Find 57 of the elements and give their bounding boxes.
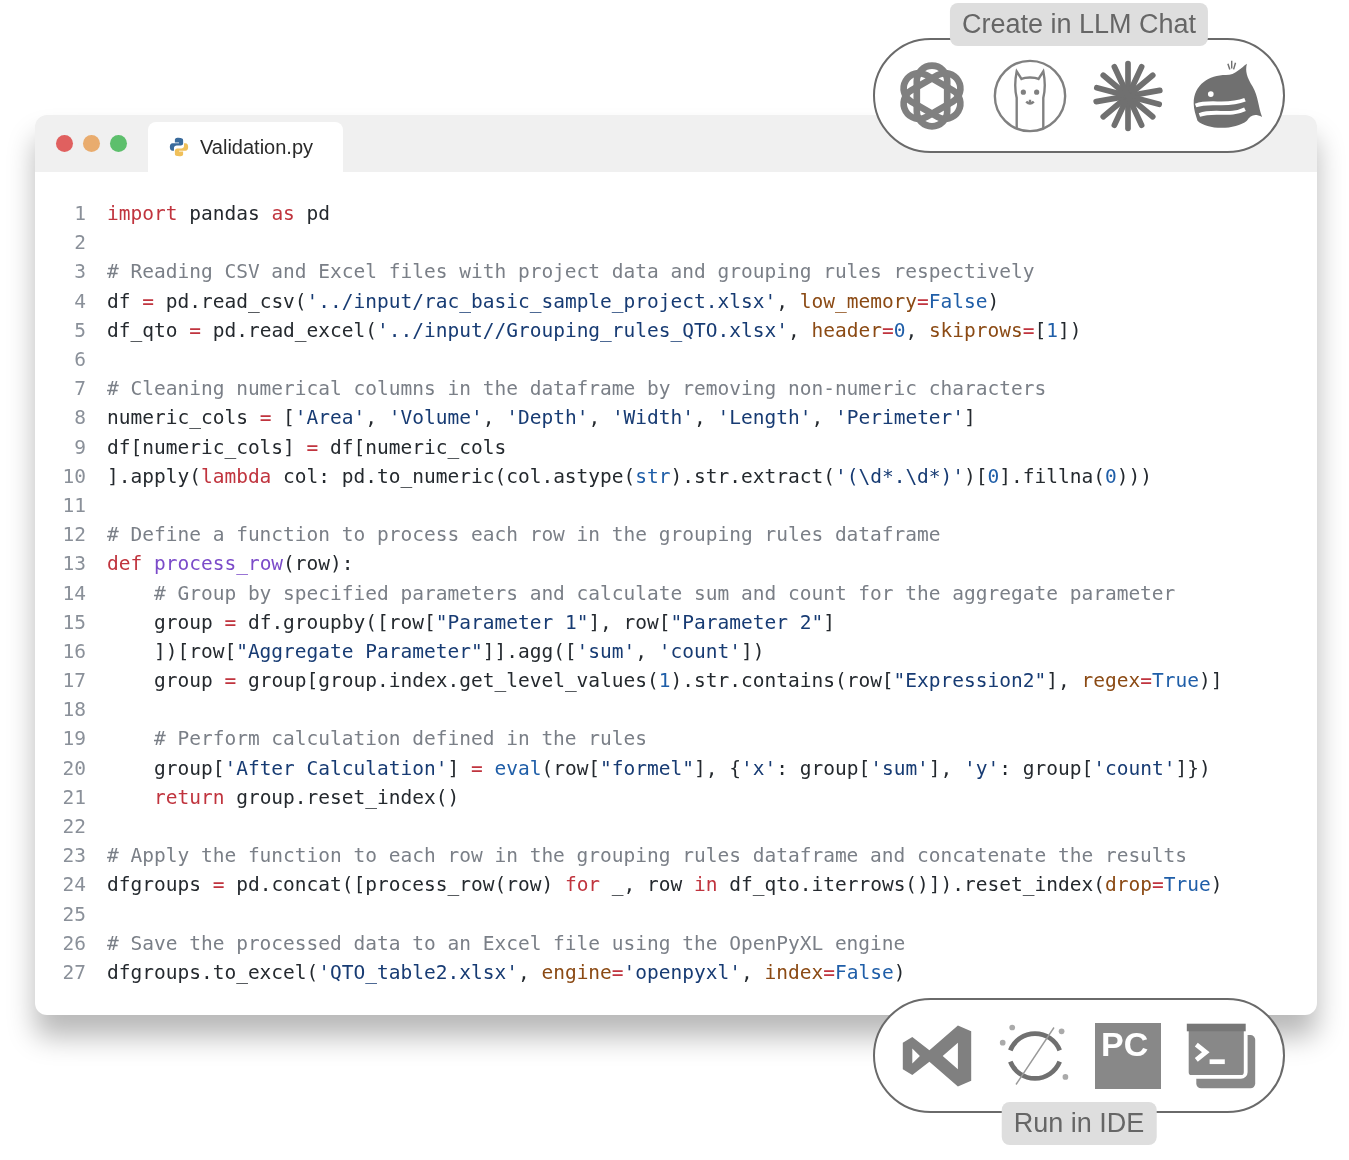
line-number: 15 — [61, 610, 86, 634]
code-line: numeric_cols = ['Area', 'Volume', 'Depth', 'Width', 'Length', 'Perimeter'] — [107, 406, 976, 430]
line-number: 16 — [61, 639, 86, 663]
pc-logo[interactable]: PC — [1095, 1022, 1161, 1089]
code-line: # Save the processed data to an Excel file using the OpenPyXL engine — [107, 931, 906, 955]
code-line: group = group[group.index.get_level_values(1).str.contains(row["Expression2"], regex=True)] — [152, 669, 1223, 693]
window-control-dot[interactable] — [83, 135, 100, 152]
code-line: group['After Calculation'] = eval(row["formel"], {'x': group['sum'], 'y': group['count']}) — [152, 756, 1211, 780]
line-number: 17 — [61, 669, 86, 693]
code-line: # Reading CSV and Excel files with project data and grouping rules respectively — [107, 260, 1035, 284]
line-number: 20 — [61, 756, 86, 780]
code-line: # Perform calculation defined in the rules — [152, 727, 648, 751]
code-line: df_qto = pd.read_excel('../input//Grouping_rules_QTO.xlsx', header=0, skiprows=[1]) — [107, 318, 1082, 342]
line-number: 22 — [61, 815, 86, 839]
line-number: 13 — [61, 552, 86, 576]
line-number: 8 — [73, 406, 86, 430]
line-number: 3 — [73, 260, 86, 284]
code-line: df = pd.read_csv('../input/rac_basic_sample_project.xlsx', low_memory=False) — [107, 289, 1000, 313]
code-line: # Define a function to process each row in the grouping rules dataframe — [107, 523, 941, 547]
code-line: import pandas as pd — [107, 202, 331, 226]
code-line: # Apply the function to each row in the grouping rules dataframe and concatenate the results — [107, 844, 1188, 868]
line-number: 10 — [61, 464, 86, 488]
line-number: 26 — [61, 931, 86, 955]
window-control-dot[interactable] — [56, 135, 73, 152]
code-line: def process_row(row): — [107, 552, 354, 576]
panel-label: Run in IDE — [1001, 1102, 1157, 1145]
line-number: 9 — [73, 435, 86, 459]
line-number: 11 — [61, 493, 86, 517]
code-line: dfgroups = pd.concat([process_row(row) for _, row in df_qto.iterrows()]).reset_index(drop=True) — [107, 873, 1223, 897]
line-number: 4 — [73, 289, 86, 313]
line-number: 6 — [73, 348, 86, 372]
line-number: 1 — [73, 202, 86, 226]
line-number: 5 — [73, 318, 86, 342]
code-line: ])[row["Aggregate Parameter"]].agg(['sum', 'count']) — [152, 639, 765, 663]
code-line: ].apply(lambda col: pd.to_numeric(col.astype(str).str.extract('(\d*.\d*)')[0].fillna(0))) — [107, 464, 1152, 488]
window-control-dot[interactable] — [110, 135, 127, 152]
line-number: 14 — [61, 581, 86, 605]
line-number: 19 — [61, 727, 86, 751]
line-number: 27 — [61, 960, 86, 984]
line-number: 12 — [61, 523, 86, 547]
code-line: return group.reset_index() — [152, 785, 460, 809]
line-number: 18 — [61, 698, 86, 722]
code-line: # Group by specified parameters and calculate sum and count for the aggregate parameter — [152, 581, 1176, 605]
code-line: df[numeric_cols] = df[numeric_cols — [107, 435, 507, 459]
code-line: # Cleaning numerical columns in the dataframe by removing non-numeric characters — [107, 377, 1047, 401]
code-line: dfgroups.to_excel('QTO_table2.xlsx', engine='openpyxl', index=False) — [107, 960, 906, 984]
line-number: 21 — [61, 785, 86, 809]
line-number: 25 — [61, 902, 86, 926]
file-type-icon — [168, 136, 190, 158]
line-number: 2 — [73, 231, 86, 255]
file-tab[interactable]: Validation.py — [148, 122, 344, 172]
code-line: group = df.groupby([row["Parameter 1"], row["Parameter 2"] — [152, 610, 835, 634]
line-number: 7 — [73, 377, 86, 401]
panel-label: Create in LLM Chat — [949, 3, 1209, 46]
line-number: 24 — [61, 873, 86, 897]
llama-icon[interactable] — [992, 57, 1068, 134]
line-number: 23 — [61, 844, 86, 868]
